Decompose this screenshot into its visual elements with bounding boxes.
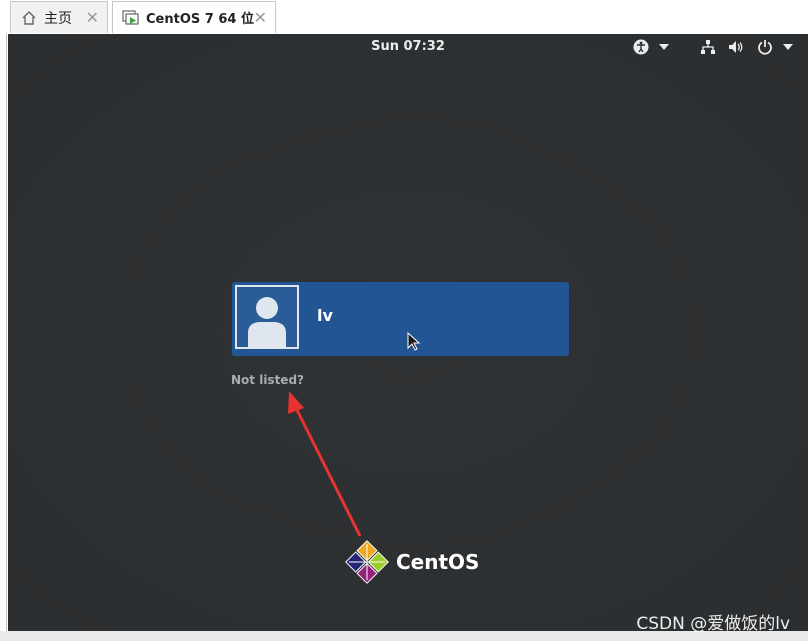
close-icon[interactable]: ✕ <box>254 8 267 27</box>
tab-vm-label: CentOS 7 64 位 <box>146 12 254 27</box>
vm-screen[interactable]: Sun 07:32 lv Not listed? CentOS <box>8 34 808 631</box>
watermark: CSDN @爱做饭的lv <box>636 614 790 634</box>
tab-bar: 主页 ✕ CentOS 7 64 位 ✕ <box>0 0 808 34</box>
tab-home[interactable]: 主页 ✕ <box>10 1 108 33</box>
centos-logo-icon <box>345 540 389 584</box>
home-icon <box>20 9 38 27</box>
vm-icon <box>122 9 140 27</box>
window-border <box>6 34 7 641</box>
tab-centos-vm[interactable]: CentOS 7 64 位 ✕ <box>112 1 276 33</box>
tab-home-label: 主页 <box>44 10 72 27</box>
annotation-arrow <box>288 391 362 537</box>
close-icon[interactable]: ✕ <box>86 8 99 27</box>
centos-logo-text: CentOS <box>396 550 480 574</box>
